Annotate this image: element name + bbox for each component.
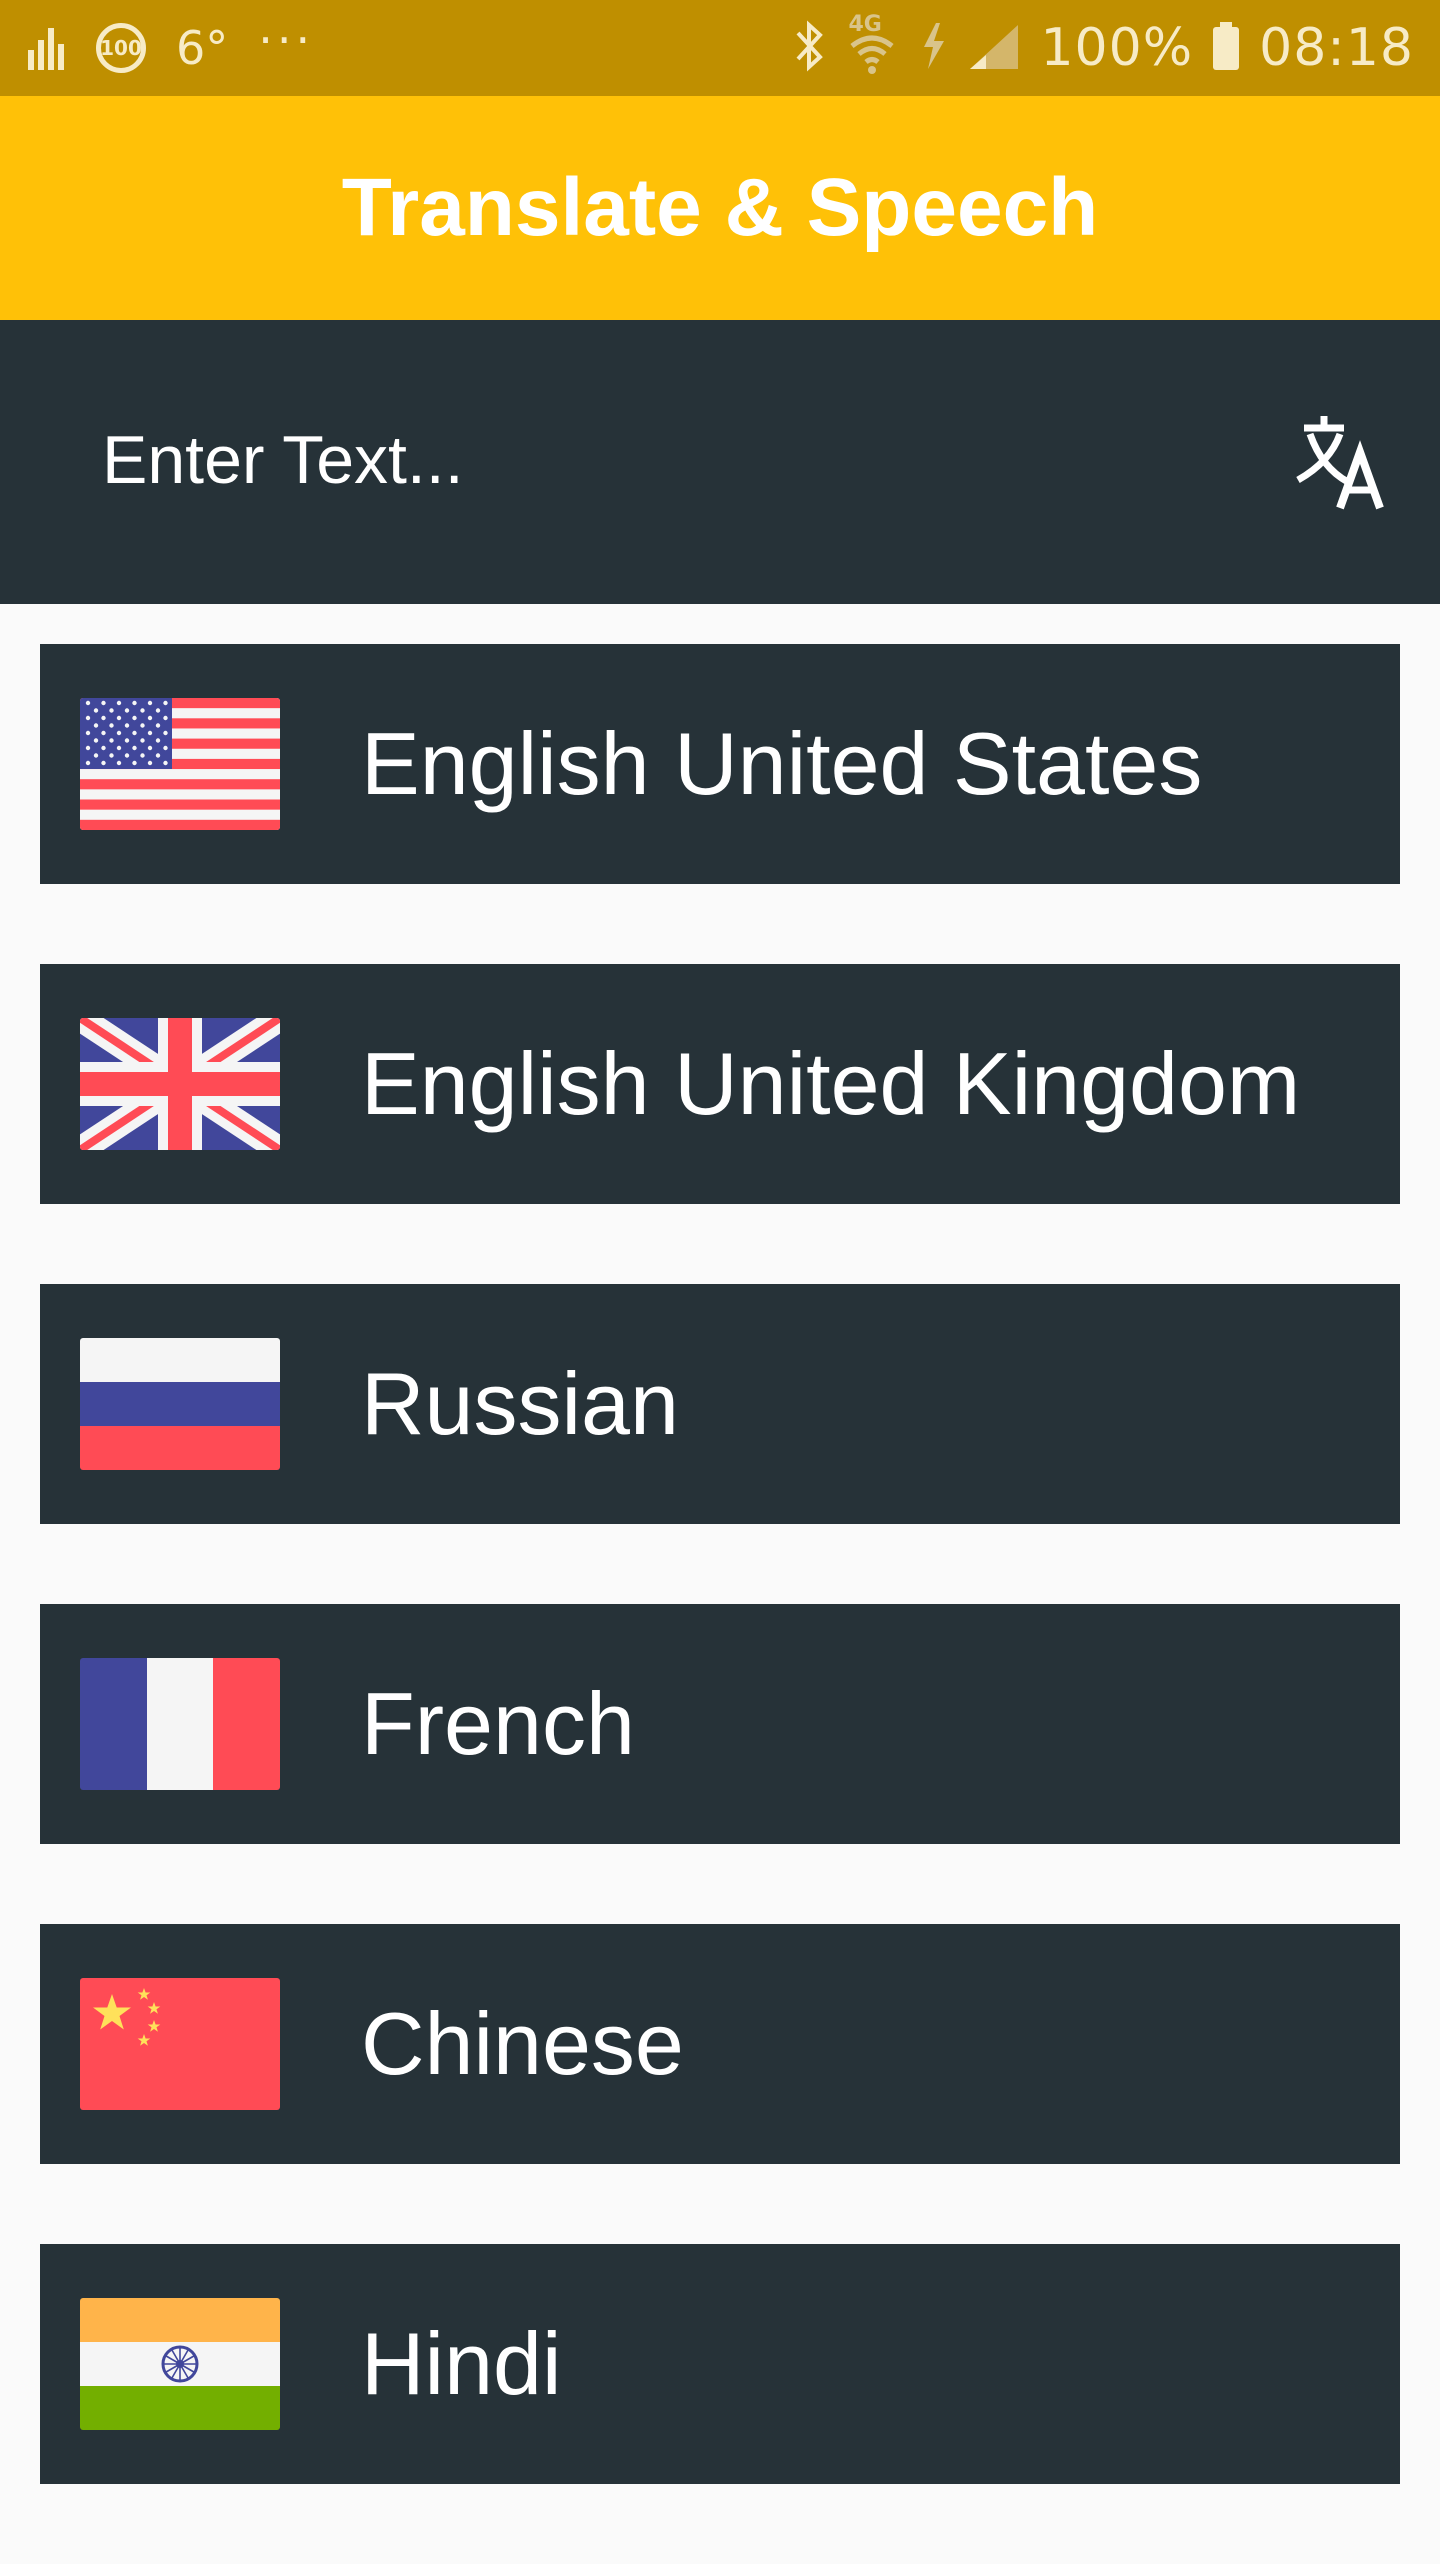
temperature: 6°: [176, 21, 229, 75]
language-item-russian[interactable]: Russian: [40, 1284, 1400, 1524]
language-item-hindi[interactable]: Hindi: [40, 2244, 1400, 2484]
france-flag-icon: [80, 1658, 280, 1790]
translate-icon[interactable]: [1290, 412, 1390, 512]
language-label: Hindi: [361, 2314, 562, 2413]
language-list: English United States English United Kin…: [40, 644, 1400, 2564]
badge-100-icon: 100: [96, 23, 146, 73]
language-item-french[interactable]: French: [40, 1604, 1400, 1844]
app-bar: Translate & Speech: [0, 96, 1440, 320]
language-label: Russian: [361, 1354, 679, 1453]
wifi-icon: 4G: [844, 12, 900, 76]
language-label: English United States: [361, 714, 1203, 813]
china-flag-icon: [80, 1978, 280, 2110]
more-notifications: ···: [258, 13, 315, 67]
language-item-chinese[interactable]: Chinese: [40, 1924, 1400, 2164]
language-label: Chinese: [361, 1994, 684, 2093]
signal-bars-icon: [26, 22, 66, 74]
bluetooth-icon: [794, 19, 826, 77]
us-flag-icon: [80, 698, 280, 830]
clock: 08:18: [1259, 18, 1414, 78]
battery-percent: 100%: [1040, 18, 1194, 78]
language-label: French: [361, 1674, 635, 1773]
india-flag-icon: [80, 2298, 280, 2430]
app-title: Translate & Speech: [341, 162, 1099, 253]
battery-icon: [1211, 20, 1241, 76]
language-label: English United Kingdom: [361, 1034, 1301, 1133]
cell-signal-icon: [966, 21, 1022, 75]
text-input[interactable]: [80, 390, 1200, 530]
status-bar: 100 6° ··· 4G 100% 08:18: [0, 0, 1440, 96]
language-item-english-us[interactable]: English United States: [40, 644, 1400, 884]
charging-icon: [918, 19, 948, 77]
network-type: 4G: [848, 12, 882, 37]
uk-flag-icon: [80, 1018, 280, 1150]
language-item-english-uk[interactable]: English United Kingdom: [40, 964, 1400, 1204]
russia-flag-icon: [80, 1338, 280, 1470]
input-panel: [0, 320, 1440, 604]
